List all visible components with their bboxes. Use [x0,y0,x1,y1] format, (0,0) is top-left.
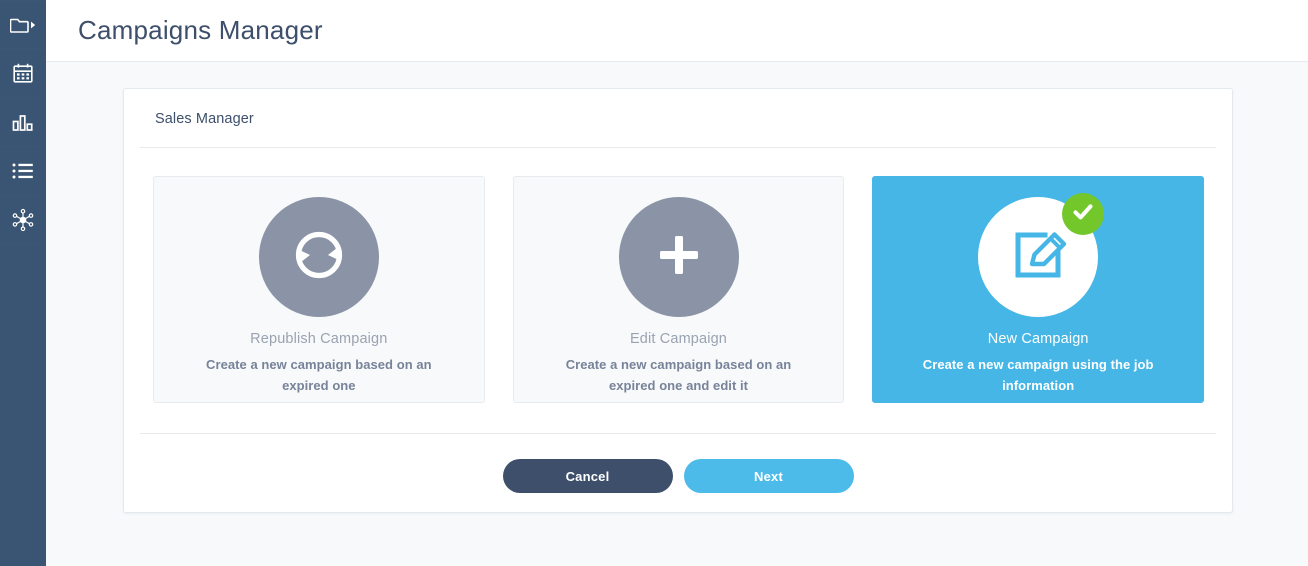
card-new-campaign[interactable]: New Campaign Create a new campaign using… [872,176,1205,403]
page-title: Campaigns Manager [78,15,323,45]
card-icon-circle [618,197,739,317]
card-republish-campaign[interactable]: Republish Campaign Create a new campaign… [153,176,485,403]
card-description: Create a new campaign based on an expire… [206,357,432,393]
sidebar-item-campaigns-folder[interactable] [0,0,46,49]
card-icon-circle [258,197,379,317]
plus-icon [654,230,704,285]
refresh-icon [288,224,350,291]
campaign-type-cards: Republish Campaign Create a new campaign… [139,148,1217,403]
card-description: Create a new campaign using the job info… [922,357,1154,393]
campaign-type-panel: Sales Manager Republish Campaign Create … [123,88,1233,513]
next-button[interactable]: Next [683,459,854,493]
bar-chart-icon [12,112,34,132]
card-icon-wrap [618,197,739,317]
top-bar: Campaigns Manager [46,0,1308,62]
calendar-icon [13,63,33,83]
panel-actions: Cancel Next [139,434,1217,493]
sidebar-filler [0,245,46,566]
sidebar-item-lists[interactable] [0,147,46,196]
sidebar-item-reports[interactable] [0,98,46,147]
main-area: Campaigns Manager Sales Manager Republis… [46,0,1308,566]
card-title: Republish Campaign [250,331,388,347]
card-title: Edit Campaign [629,331,728,347]
card-icon-wrap [258,197,379,317]
card-title: New Campaign [987,331,1089,347]
card-icon-wrap [978,193,1105,317]
panel-title: Sales Manager [155,111,254,127]
card-description: Create a new campaign based on an expire… [565,357,792,393]
content-area: Sales Manager Republish Campaign Create … [46,62,1308,566]
list-icon [12,162,34,180]
sidebar-item-calendar[interactable] [0,49,46,98]
folder-play-icon [10,15,36,35]
card-edit-campaign[interactable]: Edit Campaign Create a new campaign base… [512,176,845,403]
cancel-button[interactable]: Cancel [502,459,673,493]
sidebar-item-integrations[interactable] [0,196,46,245]
check-icon [1071,200,1095,229]
edit-square-icon [1009,226,1067,289]
sidebar [0,0,46,566]
network-hub-icon [11,208,35,232]
selected-check-badge [1062,193,1105,235]
app-root: Campaigns Manager Sales Manager Republis… [0,0,1308,566]
